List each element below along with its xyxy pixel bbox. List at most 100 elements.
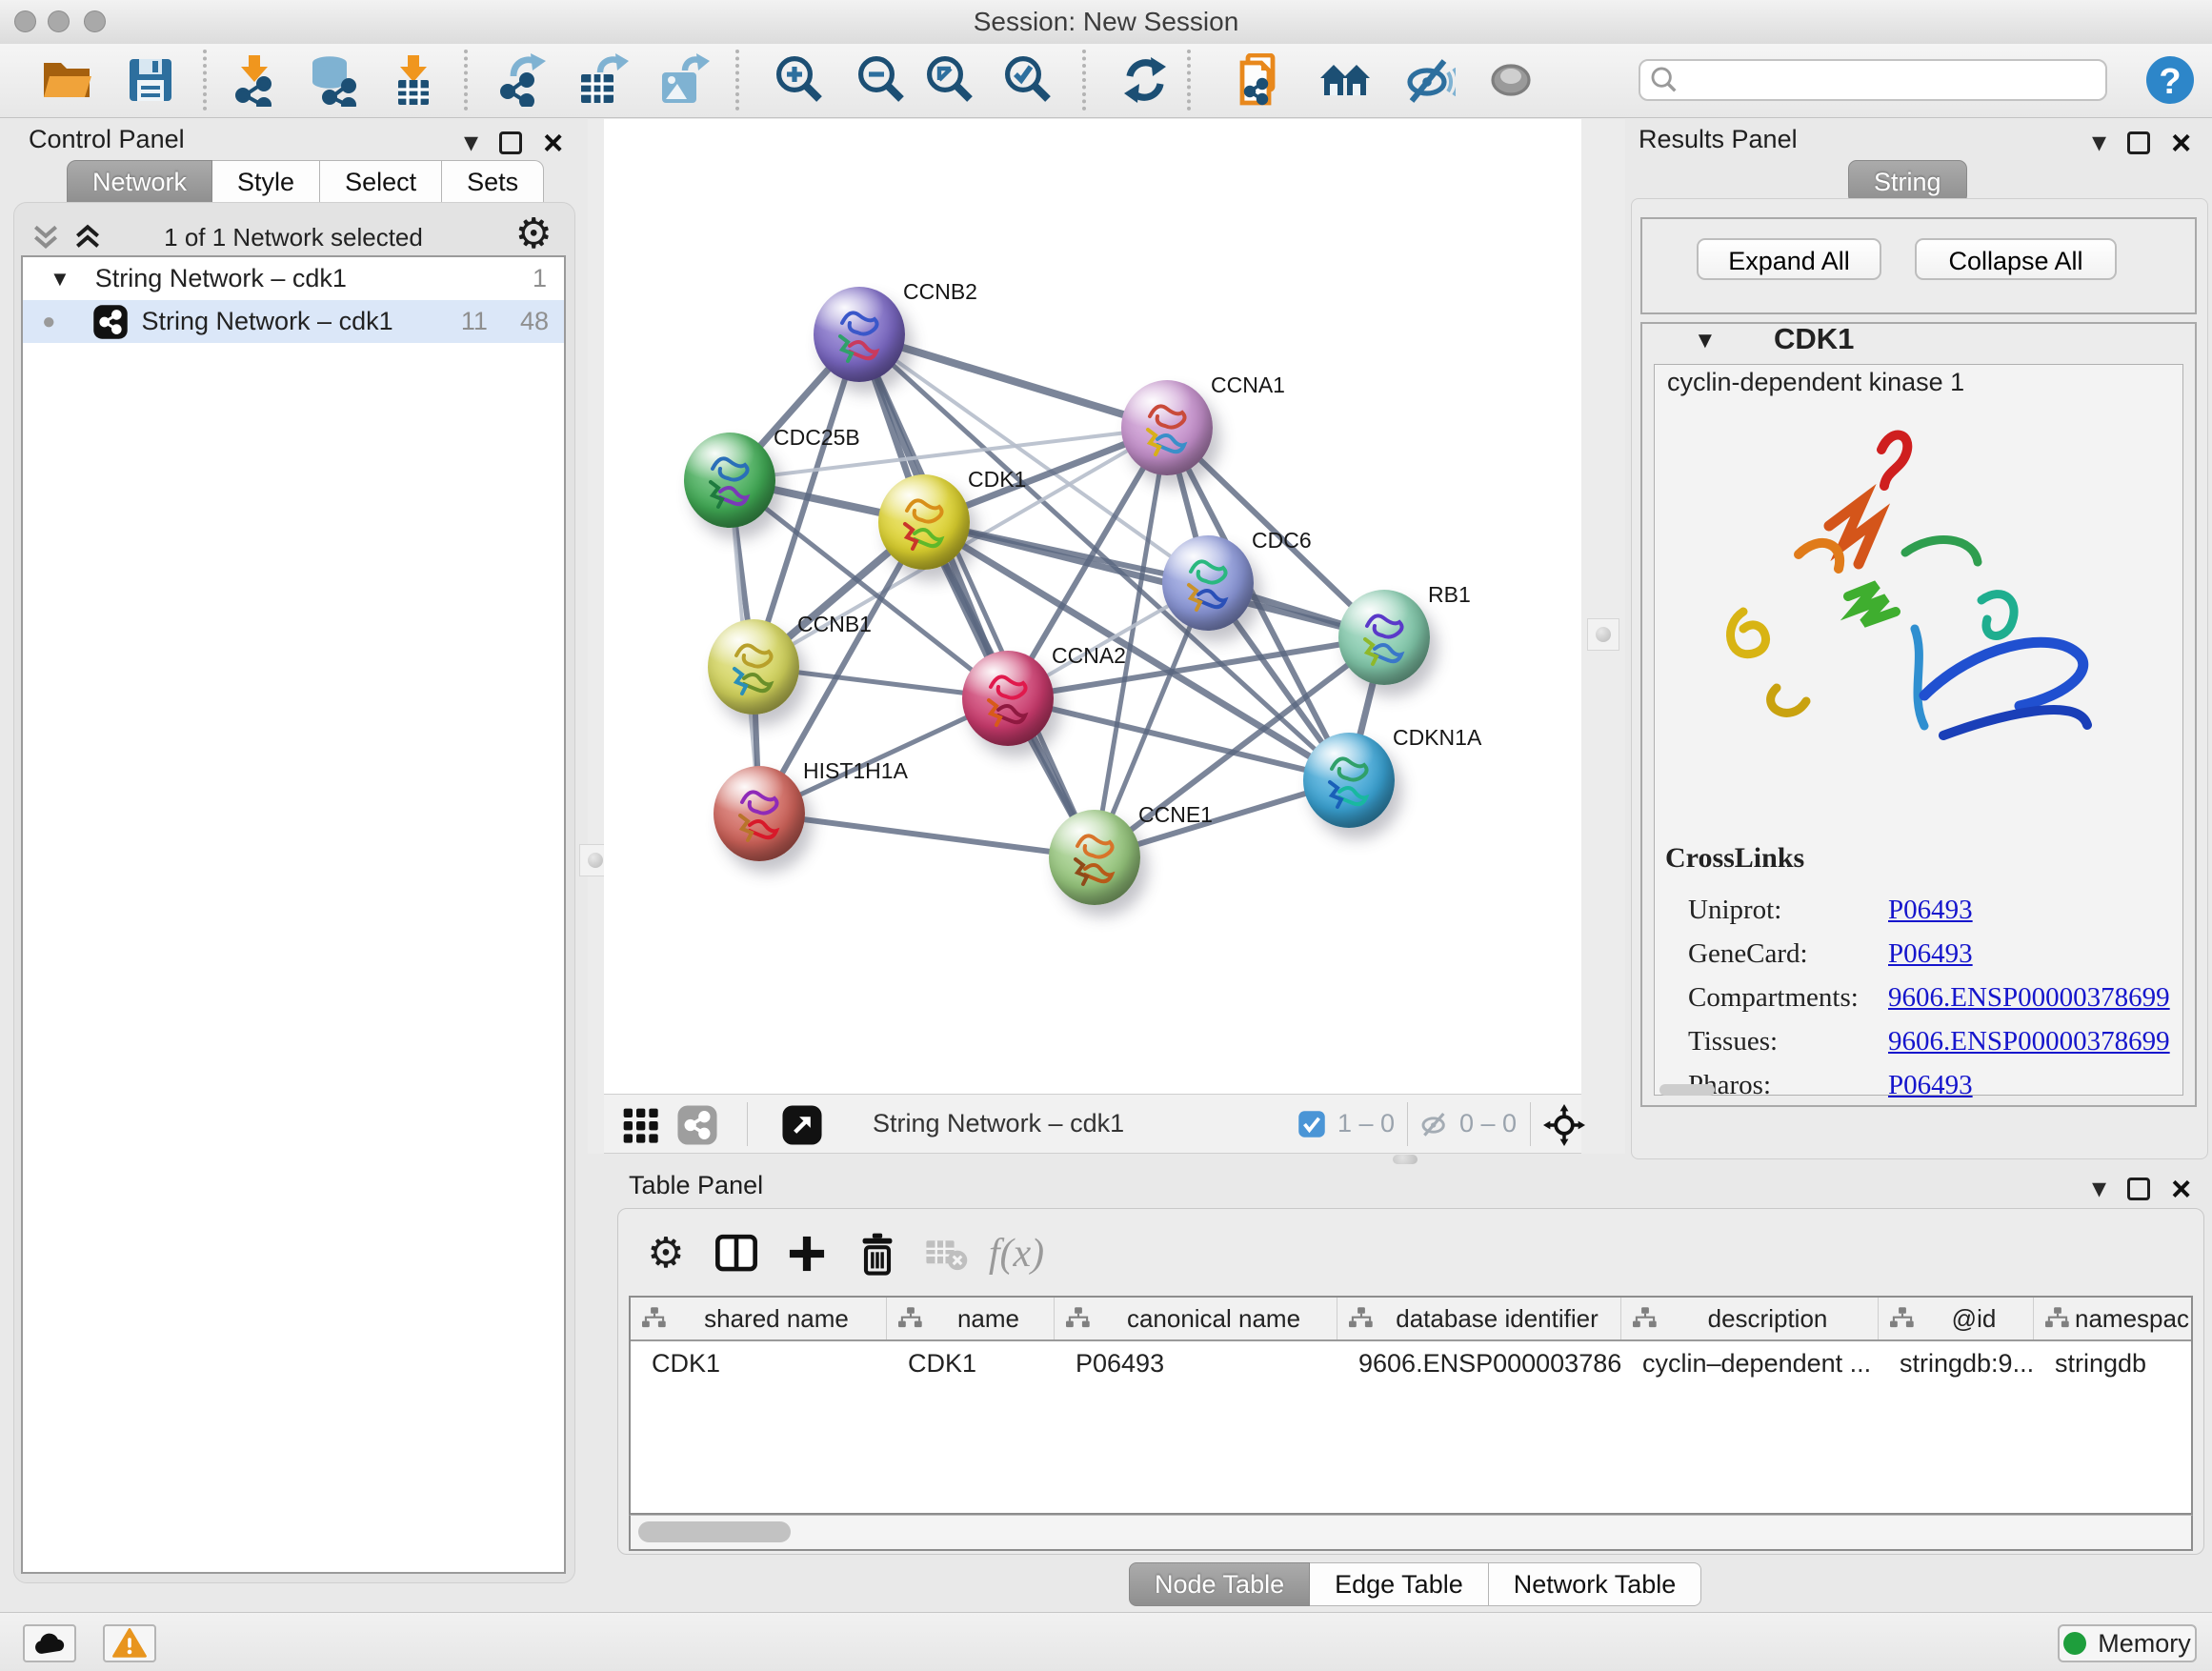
node-ccnb1[interactable] xyxy=(708,619,799,715)
column-header-id[interactable]: @id xyxy=(1879,1298,2034,1339)
table-cell-id[interactable]: stringdb:9... xyxy=(1879,1341,2034,1385)
crosslink-value-link[interactable]: P06493 xyxy=(1888,1070,1973,1100)
crosslink-value-link[interactable]: 9606.ENSP00000378699 xyxy=(1888,1026,2170,1057)
tab-style[interactable]: Style xyxy=(212,160,320,204)
close-panel-icon[interactable]: × xyxy=(2171,126,2191,160)
edge-CDK1-RB1[interactable] xyxy=(924,522,1384,637)
zoom-out-icon[interactable] xyxy=(854,51,911,109)
zoom-in-icon[interactable] xyxy=(772,51,829,109)
import-network-icon[interactable] xyxy=(226,51,283,109)
column-header-shared-name[interactable]: shared name xyxy=(631,1298,887,1339)
scrollbar-thumb[interactable] xyxy=(638,1521,791,1542)
network-options-gear-icon[interactable]: ⚙ xyxy=(515,213,553,255)
table-cell-namespac[interactable]: stringdb xyxy=(2034,1341,2193,1385)
node-cdk1[interactable] xyxy=(878,474,970,570)
table-cell-description[interactable]: cyclin–dependent ... xyxy=(1621,1341,1879,1385)
float-panel-icon[interactable] xyxy=(2127,131,2150,154)
node-cdc6[interactable] xyxy=(1162,535,1254,631)
tab-edge-table[interactable]: Edge Table xyxy=(1310,1562,1489,1606)
column-header-namespac[interactable]: namespac xyxy=(2034,1298,2193,1339)
table-cell-canonical-name[interactable]: P06493 xyxy=(1055,1341,1337,1385)
birds-eye-crosshair-icon[interactable] xyxy=(1543,1104,1585,1151)
tab-network-table[interactable]: Network Table xyxy=(1489,1562,1702,1606)
memory-button[interactable]: Memory xyxy=(2058,1624,2197,1662)
tab-node-table[interactable]: Node Table xyxy=(1129,1562,1310,1606)
selected-checkbox-icon[interactable] xyxy=(1297,1110,1326,1143)
node-ccne1[interactable] xyxy=(1049,810,1140,905)
table-options-gear-icon[interactable]: ⚙ xyxy=(636,1224,695,1283)
entry-collapse-icon[interactable]: ▼ xyxy=(1694,328,1717,354)
open-view-in-window-icon[interactable] xyxy=(781,1104,823,1151)
column-header-name[interactable]: name xyxy=(887,1298,1055,1339)
zoom-selected-icon[interactable] xyxy=(1000,51,1057,109)
node-ccnb2[interactable] xyxy=(814,287,905,382)
node-label-cdc25b: CDC25B xyxy=(774,425,860,451)
save-session-icon[interactable] xyxy=(122,51,179,109)
home-pages-icon[interactable] xyxy=(1317,51,1374,109)
close-panel-icon[interactable]: × xyxy=(2171,1172,2191,1206)
table-cell-shared-name[interactable]: CDK1 xyxy=(631,1341,887,1385)
edge-HIST1H1A-CCNE1[interactable] xyxy=(759,814,1095,857)
import-database-icon[interactable] xyxy=(305,51,362,109)
node-cdc25b[interactable] xyxy=(684,433,775,528)
tab-network[interactable]: Network xyxy=(67,160,212,204)
network-tree-child-row[interactable]: ● String Network – cdk1 11 48 xyxy=(23,300,564,343)
horizontal-splitter-handle[interactable] xyxy=(1393,1155,1418,1164)
tab-select[interactable]: Select xyxy=(320,160,442,204)
network-share-view-icon[interactable] xyxy=(676,1104,718,1151)
left-splitter[interactable] xyxy=(588,119,604,1154)
export-network-icon[interactable] xyxy=(493,51,550,109)
collapse-panel-icon[interactable]: ▾ xyxy=(464,129,478,157)
refresh-icon[interactable] xyxy=(1116,51,1174,109)
collapse-panel-icon[interactable]: ▾ xyxy=(2092,129,2106,157)
node-ccna2[interactable] xyxy=(962,651,1054,746)
crosslink-label: Uniprot: xyxy=(1688,895,1888,926)
hide-panel-eye-icon[interactable] xyxy=(1400,51,1458,109)
node-label-cdkn1a: CDKN1A xyxy=(1393,725,1481,751)
search-field[interactable] xyxy=(1639,59,2107,101)
expand-all-button[interactable]: Expand All xyxy=(1697,238,1881,280)
column-header-canonical-name[interactable]: canonical name xyxy=(1055,1298,1337,1339)
create-column-plus-icon[interactable] xyxy=(777,1224,836,1283)
help-icon[interactable]: ? xyxy=(2142,51,2199,109)
export-image-icon[interactable] xyxy=(654,51,712,109)
document-share-icon[interactable] xyxy=(1231,51,1288,109)
right-splitter-handle[interactable] xyxy=(1587,618,1619,651)
table-cell-database-identifier[interactable]: 9606.ENSP00000378699 xyxy=(1337,1341,1621,1385)
float-panel-icon[interactable] xyxy=(499,131,522,154)
warning-button[interactable] xyxy=(103,1624,156,1662)
tab-sets[interactable]: Sets xyxy=(442,160,544,204)
collapse-all-button[interactable]: Collapse All xyxy=(1915,238,2117,280)
float-panel-icon[interactable] xyxy=(2127,1178,2150,1200)
search-input[interactable] xyxy=(1688,62,2105,98)
table-cell-name[interactable]: CDK1 xyxy=(887,1341,1055,1385)
cloud-button[interactable] xyxy=(23,1624,76,1662)
network-view-toolbar: String Network – cdk1 1 – 0 0 – 0 xyxy=(604,1094,1581,1154)
crosslink-value-link[interactable]: P06493 xyxy=(1888,895,1973,925)
node-label-hist1h1a: HIST1H1A xyxy=(803,758,908,784)
show-panel-eye-icon[interactable] xyxy=(1482,51,1539,109)
grid-view-icon[interactable] xyxy=(621,1106,659,1149)
column-header-database-identifier[interactable]: database identifier xyxy=(1337,1298,1621,1339)
table-horizontal-scrollbar[interactable] xyxy=(629,1515,2193,1551)
table-row[interactable]: CDK1CDK1P064939606.ENSP00000378699cyclin… xyxy=(631,1341,2191,1385)
crosslink-value-link[interactable]: 9606.ENSP00000378699 xyxy=(1888,982,2170,1013)
column-header-description[interactable]: description xyxy=(1621,1298,1879,1339)
network-canvas[interactable]: CCNB2CCNA1CDC25BCDK1CDC6RB1CCNB1CCNA2CDK… xyxy=(604,119,1581,1094)
show-columns-icon[interactable] xyxy=(707,1224,766,1283)
network-tree-root-row[interactable]: ▼ String Network – cdk1 1 xyxy=(23,257,564,300)
zoom-fit-icon[interactable] xyxy=(922,51,979,109)
import-table-icon[interactable] xyxy=(385,51,442,109)
delete-column-trash-icon[interactable] xyxy=(848,1224,907,1283)
node-cdkn1a[interactable] xyxy=(1303,733,1395,828)
crosslink-value-link[interactable]: P06493 xyxy=(1888,938,1973,969)
close-panel-icon[interactable]: × xyxy=(543,126,563,160)
tree-expand-icon[interactable]: ▼ xyxy=(50,267,70,292)
results-scrollbar-thumb[interactable] xyxy=(1659,1084,1715,1096)
node-hist1h1a[interactable] xyxy=(714,766,805,861)
export-table-icon[interactable] xyxy=(573,51,631,109)
node-rb1[interactable] xyxy=(1338,590,1430,685)
open-session-icon[interactable] xyxy=(38,51,95,109)
node-ccna1[interactable] xyxy=(1121,380,1213,475)
collapse-panel-icon[interactable]: ▾ xyxy=(2092,1175,2106,1203)
